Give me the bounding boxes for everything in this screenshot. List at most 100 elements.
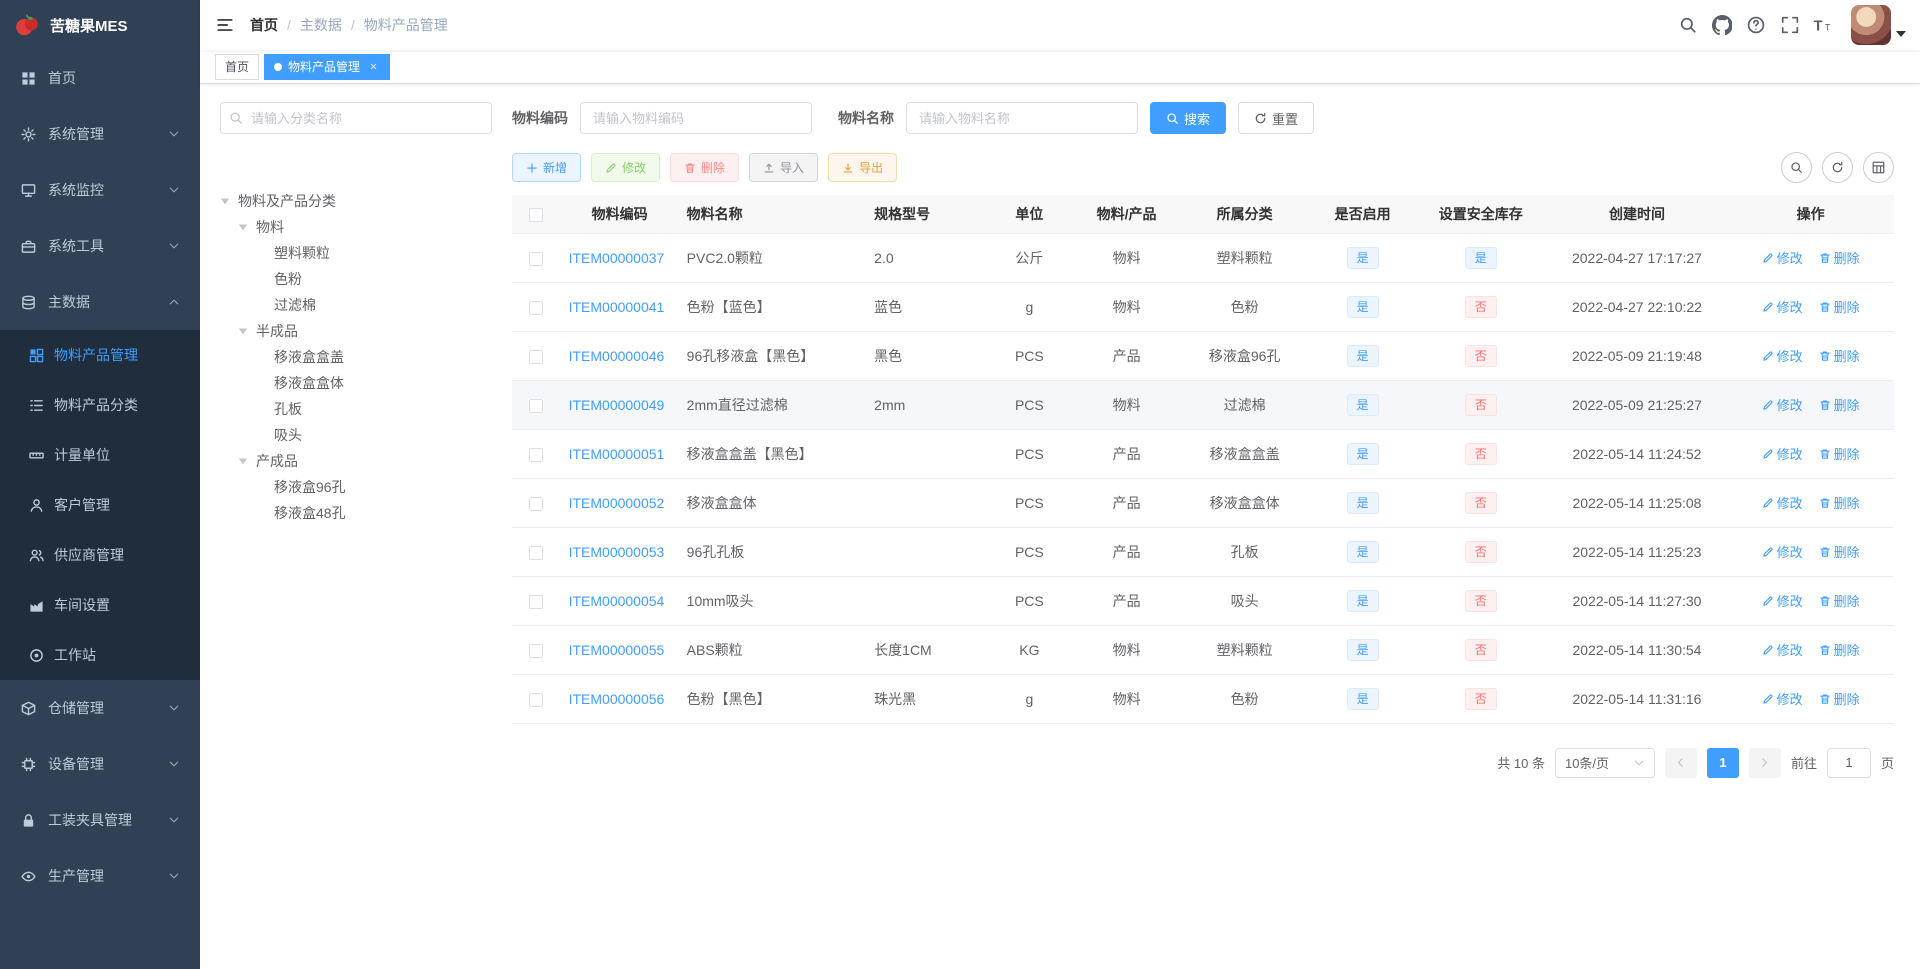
sidebar-subitem-supplier-management[interactable]: 供应商管理 [0,530,200,580]
item-code-link[interactable]: ITEM00000037 [569,250,665,266]
tab-material-product-management[interactable]: 物料产品管理 [264,53,391,80]
delete-row-button[interactable]: 删除 [1819,689,1860,708]
tree-node[interactable]: 孔板 [220,396,492,422]
tree-node[interactable]: 移液盒盒盖 [220,344,492,370]
fullscreen-icon[interactable] [1773,0,1807,50]
reset-button[interactable]: 重置 [1238,102,1315,134]
sidebar-item-warehouse-management[interactable]: 仓储管理 [0,680,200,736]
toggle-search-button[interactable] [1781,152,1812,183]
sidebar-subitem-material-product-management[interactable]: 物料产品管理 [0,330,200,380]
row-checkbox[interactable] [529,349,544,364]
delete-row-button[interactable]: 删除 [1819,640,1860,659]
prev-page-button[interactable] [1664,747,1697,778]
sidebar-item-equipment-management[interactable]: 设备管理 [0,736,200,792]
item-code-link[interactable]: ITEM00000053 [569,544,665,560]
caret-down-icon[interactable] [238,222,256,232]
sidebar-subitem-workstation[interactable]: 工作站 [0,630,200,680]
search-button[interactable]: 搜索 [1150,102,1227,134]
tree-node[interactable]: 塑料颗粒 [220,240,492,266]
github-icon[interactable] [1705,0,1739,50]
tree-node[interactable]: 过滤棉 [220,292,492,318]
row-checkbox[interactable] [529,251,544,266]
edit-row-button[interactable]: 修改 [1762,346,1803,365]
font-size-icon[interactable]: TT [1807,0,1841,50]
edit-row-button[interactable]: 修改 [1762,444,1803,463]
table-row[interactable]: ITEM00000037 PVC2.0颗粒 2.0 公斤 物料 塑料颗粒 是 是… [512,233,1894,283]
tree-node[interactable]: 移液盒48孔 [220,500,492,526]
breadcrumb-item[interactable]: 首页 [250,15,278,35]
columns-toggle-button[interactable] [1863,152,1894,183]
sidebar-subitem-customer-management[interactable]: 客户管理 [0,480,200,530]
tree-node[interactable]: 移液盒盒体 [220,370,492,396]
sidebar-subitem-workshop-settings[interactable]: 车间设置 [0,580,200,630]
caret-down-icon[interactable] [220,196,238,206]
edit-row-button[interactable]: 修改 [1762,248,1803,267]
sidebar-item-system-tools[interactable]: 系统工具 [0,218,200,274]
edit-row-button[interactable]: 修改 [1762,395,1803,414]
help-icon[interactable] [1739,0,1773,50]
page-size-select[interactable]: 10条/页 [1554,747,1655,778]
edit-row-button[interactable]: 修改 [1762,591,1803,610]
close-icon[interactable] [366,60,380,74]
sidebar-subitem-measurement-unit[interactable]: 计量单位 [0,430,200,480]
table-row[interactable]: ITEM00000056 色粉【黑色】 珠光黑 g 物料 色粉 是 否 2022… [512,674,1894,724]
tree-node[interactable]: 半成品 [220,318,492,344]
item-code-link[interactable]: ITEM00000055 [569,642,665,658]
delete-row-button[interactable]: 删除 [1819,542,1860,561]
row-checkbox[interactable] [529,300,544,315]
user-menu[interactable] [1851,5,1906,45]
select-all-checkbox[interactable] [529,207,544,222]
sidebar-item-fixture-management[interactable]: 工装夹具管理 [0,792,200,848]
import-button[interactable]: 导入 [749,153,819,182]
delete-row-button[interactable]: 删除 [1819,493,1860,512]
row-checkbox[interactable] [529,447,544,462]
app-logo[interactable]: 苦糖果MES [0,0,200,50]
delete-row-button[interactable]: 删除 [1819,591,1860,610]
delete-row-button[interactable]: 删除 [1819,297,1860,316]
item-code-link[interactable]: ITEM00000046 [569,348,665,364]
tree-node[interactable]: 吸头 [220,422,492,448]
table-row[interactable]: ITEM00000046 96孔移液盒【黑色】 黑色 PCS 产品 移液盒96孔… [512,331,1894,381]
goto-page-input[interactable] [1826,747,1871,778]
row-checkbox[interactable] [529,398,544,413]
item-code-link[interactable]: ITEM00000052 [569,495,665,511]
sidebar-subitem-material-product-category[interactable]: 物料产品分类 [0,380,200,430]
sidebar-toggle-icon[interactable] [200,0,250,50]
table-row[interactable]: ITEM00000054 10mm吸头 PCS 产品 吸头 是 否 2022-0… [512,576,1894,626]
next-page-button[interactable] [1748,747,1781,778]
item-code-link[interactable]: ITEM00000049 [569,397,665,413]
edit-row-button[interactable]: 修改 [1762,297,1803,316]
row-checkbox[interactable] [529,643,544,658]
add-button[interactable]: 新增 [512,153,582,182]
edit-row-button[interactable]: 修改 [1762,493,1803,512]
tree-node[interactable]: 移液盒96孔 [220,474,492,500]
delete-row-button[interactable]: 删除 [1819,248,1860,267]
row-checkbox[interactable] [529,545,544,560]
edit-row-button[interactable]: 修改 [1762,689,1803,708]
table-row[interactable]: ITEM00000041 色粉【蓝色】 蓝色 g 物料 色粉 是 否 2022-… [512,282,1894,332]
table-row[interactable]: ITEM00000052 移液盒盒体 PCS 产品 移液盒盒体 是 否 2022… [512,478,1894,528]
item-code-link[interactable]: ITEM00000051 [569,446,665,462]
table-row[interactable]: ITEM00000055 ABS颗粒 长度1CM KG 物料 塑料颗粒 是 否 … [512,625,1894,675]
delete-button[interactable]: 删除 [670,153,740,182]
delete-row-button[interactable]: 删除 [1819,444,1860,463]
table-row[interactable]: ITEM00000053 96孔孔板 PCS 产品 孔板 是 否 2022-05… [512,527,1894,577]
delete-row-button[interactable]: 删除 [1819,395,1860,414]
category-search-input[interactable] [220,102,492,134]
tree-node[interactable]: 物料 [220,214,492,240]
caret-down-icon[interactable] [238,326,256,336]
sidebar-item-system-monitor[interactable]: 系统监控 [0,162,200,218]
sidebar-item-production-management[interactable]: 生产管理 [0,848,200,904]
refresh-table-button[interactable] [1822,152,1853,183]
code-filter-input[interactable] [580,102,812,134]
table-row[interactable]: ITEM00000049 2mm直径过滤棉 2mm PCS 物料 过滤棉 是 否… [512,380,1894,430]
tree-node[interactable]: 色粉 [220,266,492,292]
sidebar-item-system-management[interactable]: 系统管理 [0,106,200,162]
name-filter-input[interactable] [906,102,1138,134]
row-checkbox[interactable] [529,496,544,511]
page-1-button[interactable]: 1 [1706,747,1739,778]
avatar[interactable] [1851,5,1891,45]
edit-row-button[interactable]: 修改 [1762,542,1803,561]
row-checkbox[interactable] [529,692,544,707]
export-button[interactable]: 导出 [828,153,898,182]
